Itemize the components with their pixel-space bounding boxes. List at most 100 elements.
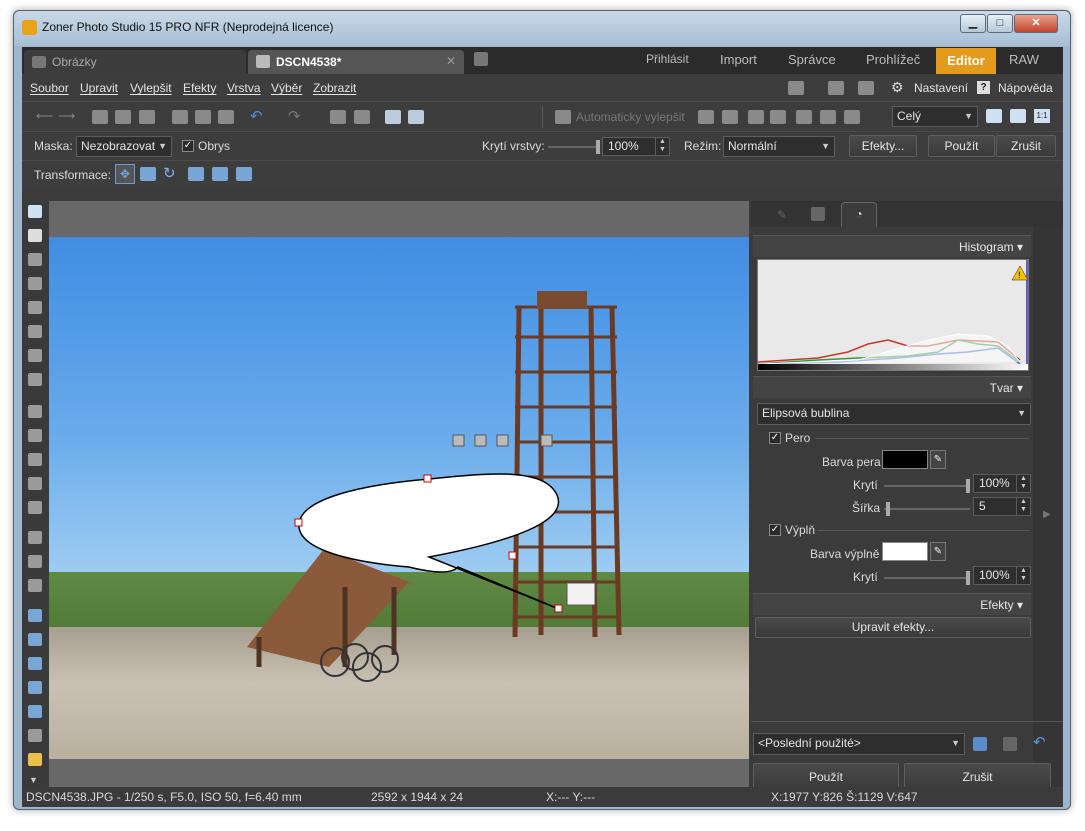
histogram-header[interactable]: Histogram ▾ xyxy=(753,235,1031,257)
redo-icon[interactable]: ↷ xyxy=(288,107,301,125)
pen-checkbox[interactable]: ✓ xyxy=(769,432,781,444)
pen-opacity-slider[interactable] xyxy=(884,479,970,493)
resize-icon[interactable] xyxy=(140,167,156,181)
minimize-button[interactable]: ▁ xyxy=(960,14,986,33)
close-tab-icon[interactable]: ✕ xyxy=(446,54,456,68)
more-tools-icon[interactable]: ▼ xyxy=(29,775,38,785)
pen-width-slider[interactable] xyxy=(884,502,970,516)
view-single-icon[interactable] xyxy=(385,110,401,124)
cancel-button[interactable]: Zrušit xyxy=(996,135,1056,157)
maximize-button[interactable]: □ xyxy=(987,14,1013,33)
expand-panel-icon[interactable]: ▶ xyxy=(1043,509,1051,520)
stamp-tab-icon[interactable] xyxy=(811,207,825,221)
layer-down-icon[interactable] xyxy=(330,110,346,124)
clone-tool-icon[interactable] xyxy=(28,429,42,442)
brush-select-tool-icon[interactable] xyxy=(28,705,42,718)
menu-effects[interactable]: Efekty xyxy=(183,81,216,95)
pen-eyedropper-icon[interactable]: ✎ xyxy=(930,450,946,469)
brush-icon[interactable] xyxy=(748,110,764,124)
reset-icon[interactable]: ↶ xyxy=(1033,733,1046,751)
effects-header[interactable]: Efekty ▾ xyxy=(753,593,1031,615)
fill-color-swatch[interactable] xyxy=(882,542,928,561)
manage-presets-icon[interactable] xyxy=(1003,737,1017,751)
pen-opacity-input[interactable]: 100% ▲ ▼ xyxy=(973,474,1031,493)
pencil-tool-icon[interactable] xyxy=(28,531,42,544)
fill-eyedropper-icon[interactable]: ✎ xyxy=(930,542,946,561)
crop-tool-icon[interactable] xyxy=(28,253,42,266)
fit-screen-icon[interactable] xyxy=(986,109,1002,123)
text-tool-icon[interactable] xyxy=(28,501,42,514)
recent-presets-select[interactable]: <Poslední použité> ▼ xyxy=(753,733,965,755)
menu-file[interactable]: Soubor xyxy=(30,81,69,95)
magic-wand-tool-icon[interactable] xyxy=(28,729,42,742)
layer-up-icon[interactable] xyxy=(354,110,370,124)
rect-select-tool-icon[interactable] xyxy=(28,609,42,622)
image-icon[interactable] xyxy=(820,110,836,124)
perspective-tool-icon[interactable] xyxy=(28,301,42,314)
menu-layer[interactable]: Vrstva xyxy=(227,81,261,95)
menu-enhance[interactable]: Vylepšit xyxy=(130,81,172,95)
edit-effects-button[interactable]: Upravit efekty... xyxy=(755,617,1031,638)
stamp-icon[interactable] xyxy=(844,110,860,124)
move-icon[interactable]: ✥ xyxy=(115,164,135,184)
shapes-tab-icon[interactable]: ◔ xyxy=(841,202,877,227)
save-icon[interactable] xyxy=(115,110,131,124)
lasso-tool-icon[interactable] xyxy=(28,657,42,670)
eraser-tool-icon[interactable] xyxy=(28,579,42,592)
fit-height-icon[interactable] xyxy=(1010,109,1026,123)
levels-icon[interactable] xyxy=(698,110,714,124)
effects-button[interactable]: Efekty... xyxy=(849,135,917,157)
shape-header[interactable]: Tvar ▾ xyxy=(753,376,1031,398)
settings-menu[interactable]: Nastavení xyxy=(914,81,968,95)
undo-icon[interactable]: ↶ xyxy=(250,107,263,125)
layer-opacity-input[interactable]: 100% ▲ ▼ xyxy=(602,137,670,156)
heal-tool-icon[interactable] xyxy=(28,453,42,466)
color-icon[interactable] xyxy=(770,110,786,124)
tab-login[interactable]: Přihlásit xyxy=(646,52,689,66)
mask-select[interactable]: Nezobrazovat ▼ xyxy=(76,136,172,157)
sharpen-icon[interactable] xyxy=(796,110,812,124)
fill-tool-icon[interactable] xyxy=(28,555,42,568)
back-arrow-icon[interactable]: ⟵ xyxy=(36,109,53,123)
apply-button[interactable]: Použít xyxy=(928,135,995,157)
zoom-select[interactable]: Celý ▼ xyxy=(892,106,978,127)
layer-opacity-slider[interactable] xyxy=(548,140,600,154)
feather-tab-icon[interactable]: ✎ xyxy=(777,208,787,222)
curves-icon[interactable] xyxy=(722,110,738,124)
view-panel-icon[interactable] xyxy=(408,110,424,124)
magic-lasso-tool-icon[interactable] xyxy=(28,681,42,694)
retouch-tool-icon[interactable] xyxy=(28,477,42,490)
outline-checkbox[interactable]: ✓ xyxy=(182,140,194,152)
help-menu[interactable]: Nápověda xyxy=(998,81,1053,95)
tab-raw[interactable]: RAW xyxy=(1009,52,1039,67)
close-button[interactable]: ✕ xyxy=(1014,14,1058,33)
paste-icon[interactable] xyxy=(195,110,211,124)
skew-icon[interactable] xyxy=(212,167,228,181)
new-tab-icon[interactable] xyxy=(474,52,488,66)
perspective-icon[interactable] xyxy=(236,167,252,181)
fill-opacity-slider[interactable] xyxy=(884,571,970,585)
forward-arrow-icon[interactable]: ⟶ xyxy=(58,109,75,123)
fill-opacity-input[interactable]: 100% ▲ ▼ xyxy=(973,566,1031,585)
menu-selection[interactable]: Výběr xyxy=(271,81,302,95)
menu-edit[interactable]: Upravit xyxy=(80,81,118,95)
auto-enhance-button[interactable]: Automaticky vylepšit xyxy=(576,110,685,124)
flip-icon[interactable] xyxy=(188,167,204,181)
menu-view[interactable]: Zobrazit xyxy=(313,81,356,95)
panel-scrollbar[interactable]: ▶ xyxy=(1033,227,1063,801)
open-icon[interactable] xyxy=(92,110,108,124)
hand-tool-icon[interactable] xyxy=(28,229,42,242)
tab-import[interactable]: Import xyxy=(720,52,757,67)
share-icon[interactable] xyxy=(858,81,874,95)
rotate-icon[interactable]: ↻ xyxy=(163,164,176,182)
pen-color-swatch[interactable] xyxy=(882,450,928,469)
straighten-tool-icon[interactable] xyxy=(28,277,42,290)
tab-images[interactable]: Obrázky xyxy=(24,50,246,74)
canvas-area[interactable] xyxy=(49,201,749,801)
actual-size-icon[interactable]: 1:1 xyxy=(1034,109,1050,123)
pen-width-input[interactable]: 5 ▲ ▼ xyxy=(973,497,1031,516)
distort-tool-icon[interactable] xyxy=(28,349,42,362)
copy-icon[interactable] xyxy=(172,110,188,124)
shape-select[interactable]: Elipsová bublina ▼ xyxy=(757,403,1031,425)
tab-manager[interactable]: Správce xyxy=(788,52,836,67)
